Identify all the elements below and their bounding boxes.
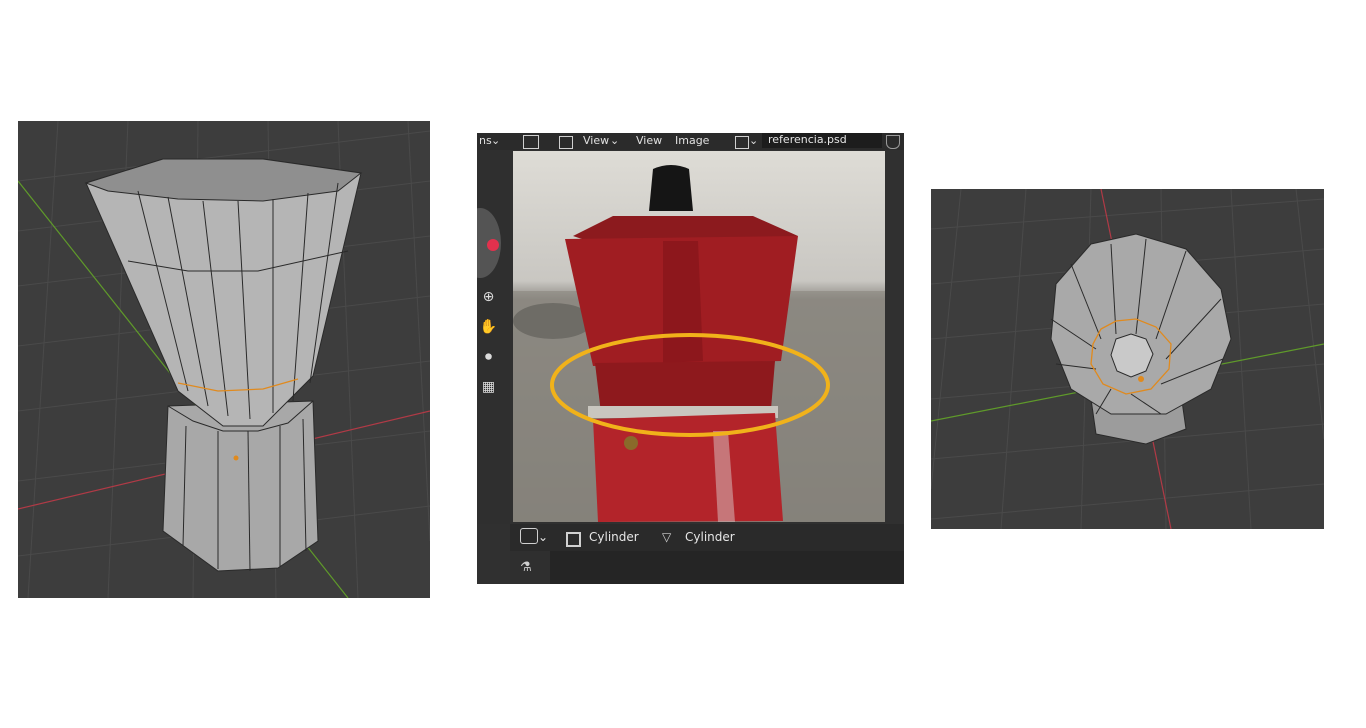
image-icon	[559, 136, 573, 149]
shield-icon[interactable]	[886, 135, 900, 149]
view-mode-dropdown[interactable]: View	[583, 134, 609, 147]
partial-menu[interactable]: ns	[479, 134, 492, 147]
viewport-right-3d[interactable]	[931, 189, 1324, 529]
viewport-left-3d[interactable]	[18, 121, 430, 598]
reference-photo	[513, 151, 885, 522]
chevron-down-icon[interactable]: ⌄	[538, 530, 548, 544]
object-icon	[566, 532, 581, 547]
camera-icon[interactable]: ⏺	[479, 348, 498, 367]
moka-mesh-side-view	[18, 121, 430, 598]
hand-pan-icon[interactable]: ✋	[479, 318, 498, 337]
mesh-data-icon: ▽	[662, 530, 672, 544]
chevron-down-icon[interactable]: ⌄	[749, 134, 758, 147]
editor-type-icon[interactable]	[523, 135, 539, 149]
image-editor-header: ns ⌄ View ⌄ View Image ⌄ referencia.psd	[477, 133, 904, 150]
chevron-down-icon[interactable]: ⌄	[610, 134, 619, 147]
origin-dot	[233, 455, 239, 461]
zoom-icon[interactable]: ⊕	[479, 288, 498, 307]
origin-dot	[1138, 376, 1144, 382]
properties-tab-strip: ⚗	[510, 551, 550, 584]
object-name-label[interactable]: Cylinder	[589, 530, 639, 544]
moka-pot-photo	[513, 151, 885, 522]
image-editor-panel[interactable]: ns ⌄ View ⌄ View Image ⌄ referencia.psd …	[477, 133, 904, 584]
moka-mesh-top-view	[931, 189, 1324, 529]
image-browse-icon[interactable]	[735, 136, 749, 149]
chevron-down-icon[interactable]: ⌄	[491, 134, 500, 147]
menu-image[interactable]: Image	[675, 134, 709, 147]
mesh-name-label[interactable]: Cylinder	[685, 530, 735, 544]
x-axis-handle[interactable]	[487, 239, 499, 251]
mode-toggle-icon[interactable]	[520, 528, 538, 544]
grid-icon[interactable]: ▦	[479, 378, 498, 397]
status-bottom-bar: ⌄ Cylinder ▽ Cylinder	[510, 524, 904, 551]
menu-view[interactable]: View	[636, 134, 662, 147]
toolbar-left: ⊕ ✋ ⏺ ▦	[477, 150, 510, 524]
image-name-field[interactable]: referencia.psd	[762, 133, 882, 148]
properties-icon[interactable]: ⚗	[520, 560, 532, 575]
properties-area	[510, 551, 904, 584]
